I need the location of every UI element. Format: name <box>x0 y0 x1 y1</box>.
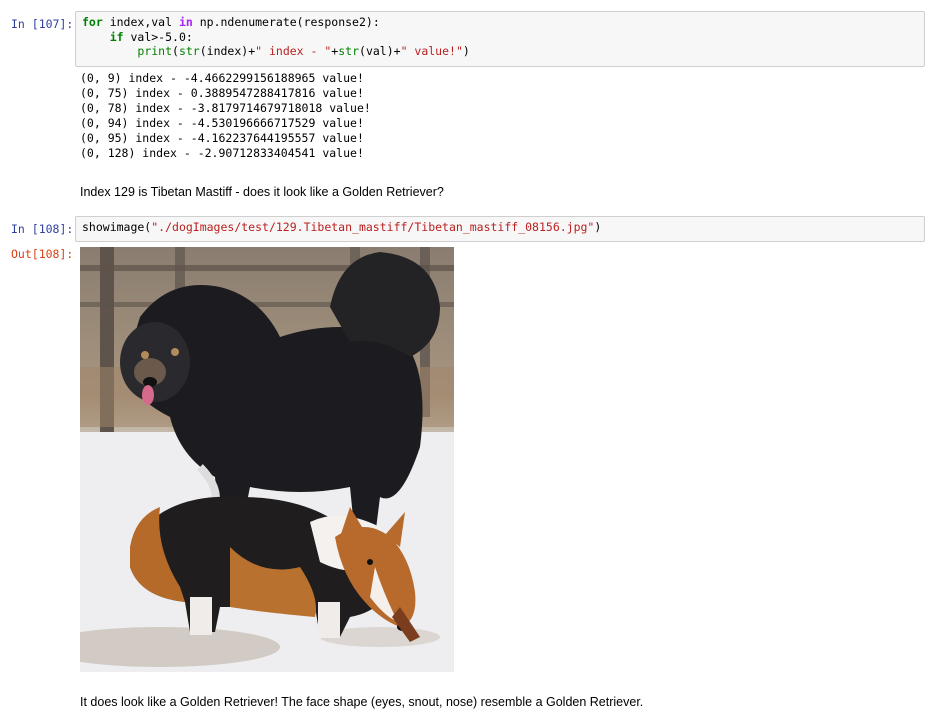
cell-107-code-editor[interactable]: for index,val in np.ndenumerate(response… <box>75 11 925 67</box>
code-token: in <box>178 15 193 29</box>
code-token: ) <box>594 220 602 234</box>
markdown-answer: It does look like a Golden Retriever! Th… <box>80 695 644 709</box>
code-line: print(str(index)+" index - "+str(val)+" … <box>82 44 918 59</box>
code-token: (val)+ <box>359 44 401 58</box>
code-line: if val>-5.0: <box>82 30 918 45</box>
code-line: for index,val in np.ndenumerate(response… <box>82 15 918 30</box>
output-line: (0, 95) index - -4.162237644195557 value… <box>80 131 364 145</box>
code-token: " index - " <box>255 44 332 58</box>
code-token: if <box>109 29 124 44</box>
code-token: str <box>338 44 360 58</box>
code-token: ( <box>172 44 179 58</box>
code-token: showimage( <box>82 220 152 234</box>
output-line: (0, 128) index - -2.90712833404541 value… <box>80 146 364 160</box>
cell-107-prompt: In [107]: <box>11 17 74 31</box>
code-token: print <box>137 44 173 58</box>
code-token: np.ndenumerate(response2): <box>192 15 380 29</box>
code-token: for <box>82 15 103 29</box>
code-token: str <box>178 44 200 58</box>
cell-108-out-prompt: Out[108]: <box>11 247 74 261</box>
code-lines: showimage("./dogImages/test/129.Tibetan_… <box>82 220 918 235</box>
code-token: "./dogImages/test/129.Tibetan_mastiff/Ti… <box>151 220 595 234</box>
code-token: index,val <box>102 15 179 29</box>
output-line: (0, 9) index - -4.4662299156188965 value… <box>80 71 364 85</box>
output-line: (0, 94) index - -4.530196666717529 value… <box>80 116 364 130</box>
code-token: ) <box>462 44 470 58</box>
output-line: (0, 78) index - -3.8179714679718018 valu… <box>80 101 371 115</box>
code-lines: for index,val in np.ndenumerate(response… <box>82 15 918 59</box>
cell-107-output: (0, 9) index - -4.4662299156188965 value… <box>80 71 371 161</box>
output-line: (0, 75) index - 0.3889547288417816 value… <box>80 86 364 100</box>
code-token: (index)+ <box>199 44 256 58</box>
code-token: val>-5.0: <box>123 29 193 44</box>
output-dog-image <box>80 247 454 672</box>
cell-108-prompt: In [108]: <box>11 222 74 236</box>
code-token: " value!" <box>400 44 463 58</box>
cell-108-code-editor[interactable]: showimage("./dogImages/test/129.Tibetan_… <box>75 216 925 242</box>
markdown-question: Index 129 is Tibetan Mastiff - does it l… <box>80 185 444 199</box>
code-line: showimage("./dogImages/test/129.Tibetan_… <box>82 220 918 235</box>
